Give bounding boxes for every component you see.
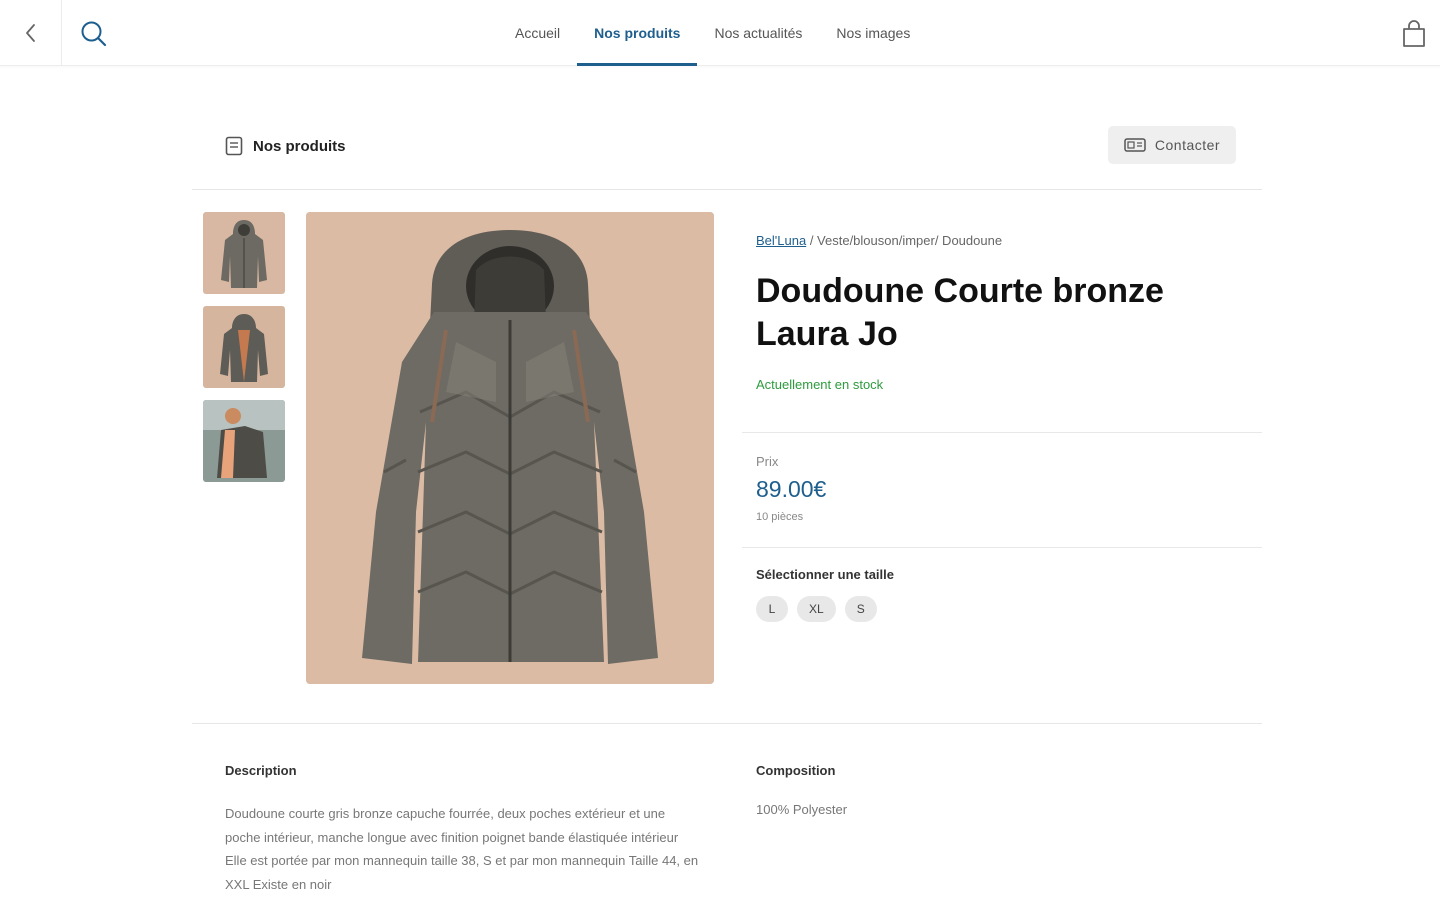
brand-link[interactable]: Bel'Luna [756, 233, 806, 248]
size-option-xl[interactable]: XL [797, 596, 836, 622]
contact-button[interactable]: Contacter [1108, 126, 1236, 164]
composition-title: Composition [756, 763, 836, 778]
description-title: Description [225, 763, 297, 778]
thumbnail-3[interactable] [203, 400, 285, 482]
category-path: / Veste/blouson/imper/ Doudoune [806, 233, 1003, 248]
divider [742, 432, 1262, 433]
divider [742, 547, 1262, 548]
chevron-left-icon [25, 24, 35, 42]
search-icon [81, 21, 107, 47]
size-selector: L XL S [756, 596, 877, 622]
size-option-s[interactable]: S [844, 596, 877, 622]
jacket-image [306, 212, 714, 684]
product-title: Doudoune Courte bronze Laura Jo [756, 272, 1164, 353]
price-label: Prix [756, 454, 779, 469]
thumbnail-1[interactable] [203, 212, 285, 294]
thumbnail-2[interactable] [203, 306, 285, 388]
stock-quantity: 10 pièces [756, 511, 804, 523]
jacket-thumbnail-image [203, 212, 285, 294]
cart-button[interactable] [1394, 14, 1434, 54]
tab-nos-produits[interactable]: Nos produits [577, 0, 698, 66]
tab-accueil[interactable]: Accueil [498, 0, 577, 66]
model-thumbnail-image [203, 400, 285, 482]
section-title: Nos produits [253, 137, 346, 155]
search-button[interactable] [72, 12, 116, 56]
main-tabs: Accueil Nos produits Nos actualités Nos … [498, 0, 927, 66]
divider [192, 189, 1262, 190]
catalog-icon [225, 136, 243, 156]
composition-text: 100% Polyester [756, 802, 848, 817]
size-option-l[interactable]: L [756, 596, 788, 622]
product-price: 89.00€ [756, 476, 827, 502]
card-icon [1124, 138, 1146, 152]
contact-label: Contacter [1154, 137, 1221, 153]
divider [192, 723, 1262, 724]
tab-nos-actualites[interactable]: Nos actualités [697, 0, 819, 66]
stock-status: Actuellement en stock [756, 377, 884, 392]
section-header: Nos produits [225, 136, 346, 156]
main-product-image [306, 212, 714, 684]
description-text: Doudoune courte gris bronze capuche four… [225, 806, 699, 892]
breadcrumb: Bel'Luna / Veste/blouson/imper/ Doudoune [756, 233, 1002, 248]
back-button[interactable] [0, 0, 62, 66]
top-navigation-bar: Accueil Nos produits Nos actualités Nos … [0, 0, 1440, 66]
size-label: Sélectionner une taille [756, 567, 894, 582]
shopping-bag-icon [1403, 20, 1425, 47]
jacket-open-thumbnail-image [203, 306, 285, 388]
tab-nos-images[interactable]: Nos images [819, 0, 927, 66]
